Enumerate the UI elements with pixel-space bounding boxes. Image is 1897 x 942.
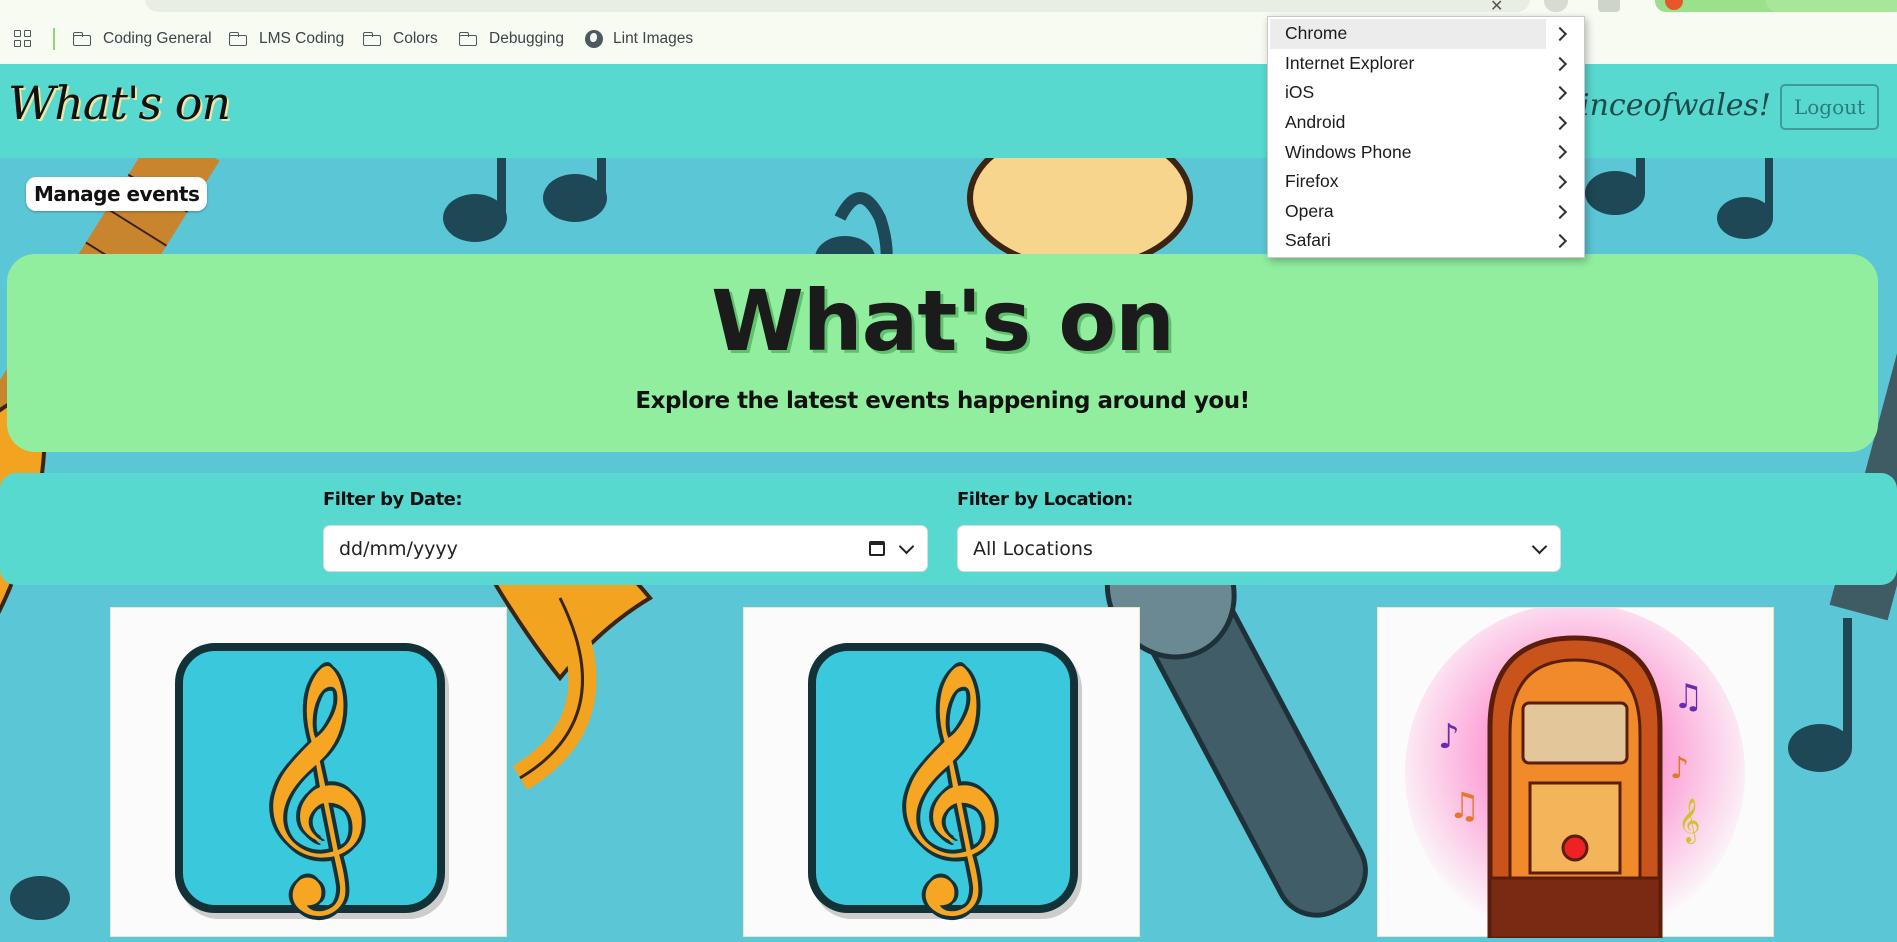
date-filter-input[interactable]: dd/mm/yyyy (323, 525, 928, 572)
menu-item-label: Firefox (1285, 171, 1339, 192)
location-filter-select[interactable]: All Locations (957, 525, 1561, 572)
site-header: What's on , Princeofwales! Logout (0, 64, 1897, 158)
location-selected: All Locations (973, 537, 1093, 560)
treble-clef-icon: 𝄞 (880, 660, 1006, 906)
filter-bar: Filter by Date: dd/mm/yyyy Filter by Loc… (0, 473, 1897, 585)
bookmark-colors[interactable]: Colors (363, 26, 438, 52)
menu-item-label: Windows Phone (1285, 141, 1412, 162)
hero-subtitle: Explore the latest events happening arou… (635, 388, 1250, 414)
music-note-icon: ♫ (1448, 786, 1480, 827)
music-note-icon: ♫ (1673, 677, 1703, 717)
menu-item-safari[interactable]: Safari (1270, 226, 1582, 256)
jukebox-window (1521, 701, 1629, 765)
hero-banner: What's on Explore the latest events happ… (7, 254, 1878, 452)
chevron-right-icon (1552, 56, 1568, 71)
bookmark-debugging[interactable]: Debugging (459, 26, 564, 52)
jukebox-image: ♪ ♫ ♫ ♪ 𝄞 (1405, 603, 1745, 942)
chevron-right-icon (1552, 86, 1568, 101)
extension-button[interactable] (1544, 0, 1568, 12)
menu-item-label: Internet Explorer (1285, 52, 1415, 73)
address-bar[interactable] (145, 0, 1530, 12)
apps-grid-icon[interactable] (14, 30, 32, 48)
site-logo[interactable]: What's on (8, 76, 231, 130)
bookmarks-divider (53, 28, 55, 50)
menu-item-label: Safari (1285, 230, 1331, 251)
bookmark-lms-coding[interactable]: LMS Coding (229, 26, 344, 52)
menu-item-windows-phone[interactable]: Windows Phone (1270, 137, 1582, 167)
bookmarks-bar: ✕ Coding General LMS Coding Colors Debug… (0, 0, 1897, 65)
chevron-right-icon (1552, 145, 1568, 160)
folder-icon (459, 32, 479, 46)
folder-icon (73, 32, 93, 46)
chevron-right-icon (1552, 26, 1568, 42)
event-card[interactable]: ♪ ♫ ♫ ♪ 𝄞 (1377, 603, 1774, 942)
logout-button[interactable]: Logout (1780, 84, 1879, 130)
browser-context-menu: Chrome Internet Explorer iOS Android Win… (1267, 16, 1585, 258)
globe-icon (585, 30, 603, 48)
menu-item-internet-explorer[interactable]: Internet Explorer (1270, 49, 1582, 79)
location-filter-label: Filter by Location: (957, 489, 1133, 510)
treble-clef-icon: 𝄞 (247, 660, 373, 906)
bookmark-lint-images[interactable]: Lint Images (585, 26, 693, 52)
menu-item-chrome[interactable]: Chrome (1270, 19, 1568, 49)
menu-item-label: Chrome (1285, 23, 1348, 44)
treble-clef-image: 𝄞 (175, 643, 445, 913)
bookmark-label: Lint Images (613, 30, 694, 47)
bookmark-label: Colors (393, 30, 438, 47)
jukebox-emblem (1561, 834, 1589, 862)
clear-icon[interactable]: ✕ (1490, 0, 1503, 15)
bookmark-coding-general[interactable]: Coding General (73, 26, 212, 52)
tab-search-icon[interactable] (1598, 0, 1620, 12)
chevron-down-icon (1531, 538, 1548, 554)
chevron-right-icon (1552, 234, 1568, 249)
manage-events-button[interactable]: Manage events (26, 177, 208, 211)
event-card[interactable]: 𝄞 (743, 607, 1140, 937)
chevron-right-icon (1552, 204, 1568, 219)
hero-title: What's on (711, 272, 1175, 370)
chevron-right-icon (1552, 115, 1568, 130)
folder-icon (363, 32, 383, 46)
menu-item-opera[interactable]: Opera (1270, 197, 1582, 227)
treble-clef-image: 𝄞 (808, 643, 1078, 913)
jukebox-base (1488, 876, 1662, 940)
update-button[interactable] (1766, 0, 1897, 12)
date-filter-label: Filter by Date: (323, 489, 463, 510)
menu-item-android[interactable]: Android (1270, 108, 1582, 138)
chevron-right-icon (1552, 174, 1568, 190)
music-note-icon: ♪ (1438, 717, 1460, 757)
bookmark-label: Debugging (489, 30, 564, 47)
event-card[interactable]: 𝄞 (110, 607, 507, 937)
bookmark-label: Coding General (103, 30, 212, 47)
music-note-icon: 𝄞 (1678, 798, 1700, 844)
menu-item-label: iOS (1285, 82, 1315, 103)
menu-item-label: Android (1285, 112, 1346, 133)
menu-item-firefox[interactable]: Firefox (1270, 167, 1582, 197)
folder-icon (229, 32, 249, 46)
bookmark-label: LMS Coding (259, 30, 345, 47)
date-placeholder: dd/mm/yyyy (339, 537, 458, 560)
chevron-down-icon[interactable] (898, 538, 915, 554)
menu-item-label: Opera (1285, 200, 1334, 221)
profile-avatar (1665, 0, 1683, 10)
calendar-icon[interactable] (869, 541, 885, 556)
menu-item-ios[interactable]: iOS (1270, 78, 1582, 108)
music-note-icon: ♪ (1670, 751, 1689, 786)
